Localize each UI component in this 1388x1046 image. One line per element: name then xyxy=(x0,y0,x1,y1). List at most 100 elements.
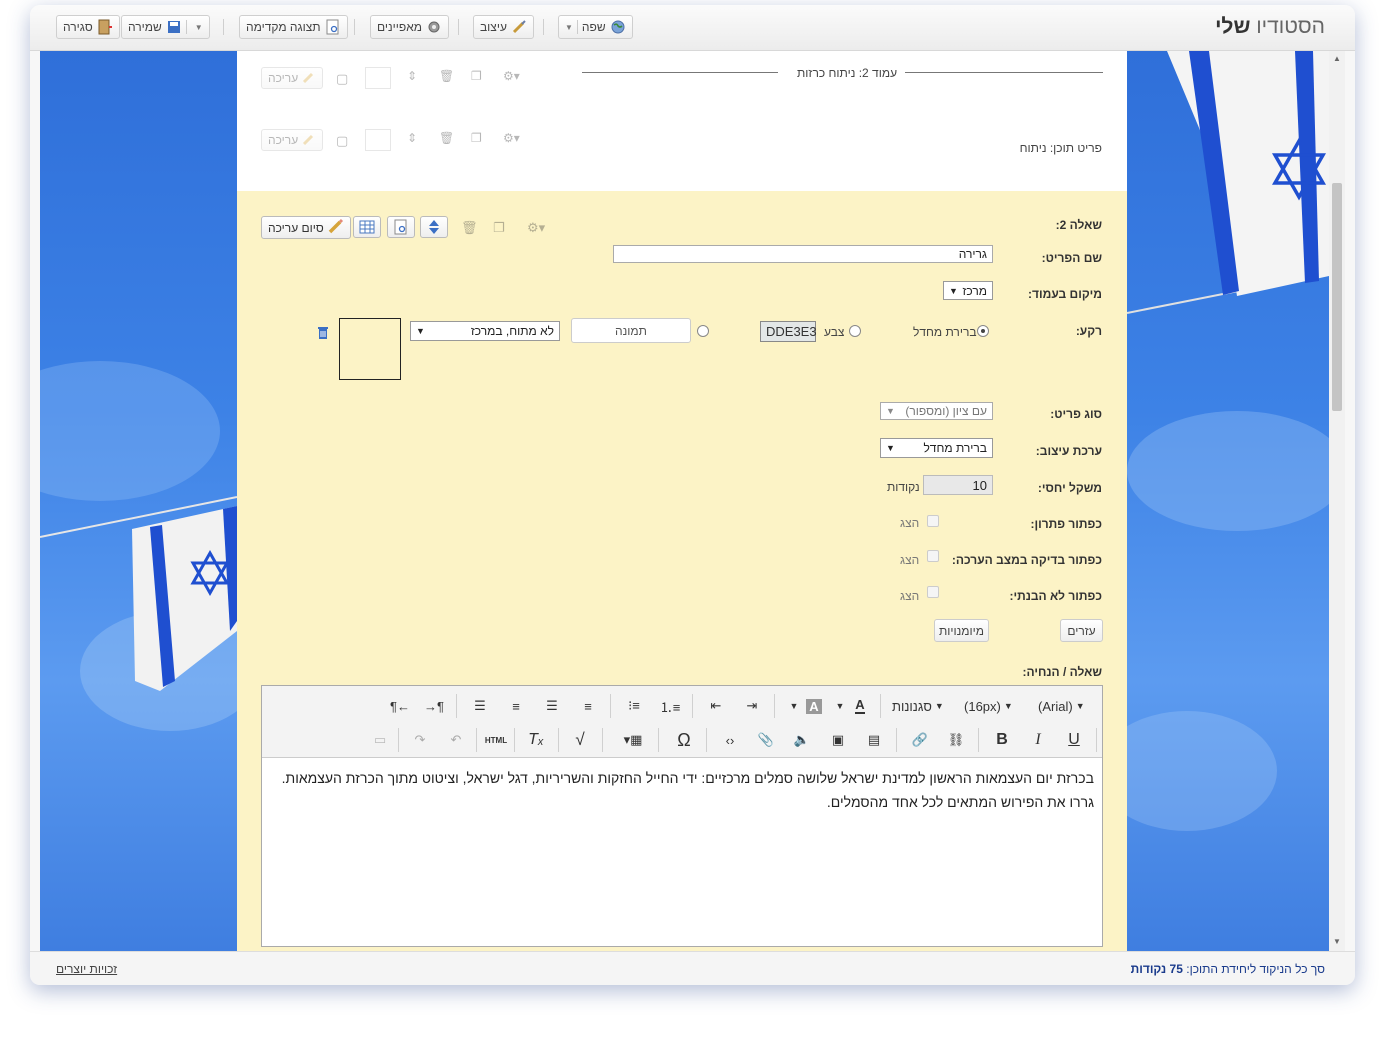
trash-icon[interactable]: 🗑 xyxy=(461,220,478,236)
audio-icon[interactable]: 🔈 xyxy=(790,728,814,752)
numbered-list-icon[interactable]: ⒈≡ xyxy=(658,694,682,718)
divider xyxy=(978,728,979,752)
edit-page-button[interactable]: עריכה xyxy=(261,67,324,89)
columns-icon[interactable]: ▢ xyxy=(336,133,348,149)
video-icon[interactable]: ▤ xyxy=(862,728,886,752)
paragraph-rtl-icon[interactable]: →¶ xyxy=(422,694,446,718)
settings-dropdown-icon[interactable]: ⚙▾ xyxy=(527,220,545,236)
align-right-icon[interactable]: ≡ xyxy=(576,694,600,718)
save-disk-icon xyxy=(166,19,182,35)
html-source-icon[interactable]: HTML xyxy=(484,728,508,752)
font-size-dropdown[interactable]: ▼ (16px) xyxy=(964,694,1013,718)
save-label: שמירה xyxy=(128,20,162,34)
design-set-select[interactable]: ברירת מחדל ▼ xyxy=(880,438,993,458)
move-up-down-icon[interactable] xyxy=(420,216,448,238)
gear-icon xyxy=(426,19,442,35)
background-label: רקע: xyxy=(1075,324,1102,338)
preview-small-icon[interactable] xyxy=(365,67,391,89)
scrollbar[interactable]: ▲ ▼ xyxy=(1329,51,1345,951)
italic-icon[interactable]: I xyxy=(1026,728,1050,752)
image-icon[interactable]: ▣ xyxy=(826,728,850,752)
attachment-icon[interactable]: 📎 xyxy=(754,728,778,752)
bold-icon[interactable]: B xyxy=(990,728,1014,752)
item-type-select[interactable]: עם ציון (ומספור) ▼ xyxy=(880,402,993,420)
item-name-value: גרירה xyxy=(958,247,987,261)
bg-stretch-select[interactable]: לא מתוח, במרכז ▼ xyxy=(410,321,560,341)
clear-format-icon[interactable]: Tₓ xyxy=(524,728,548,752)
text-color-icon[interactable]: A xyxy=(848,694,872,718)
question-edit-panel: סיום עריכה 🗑 ❐ ⚙▾ שאלה 2: שם הפריט: גריר… xyxy=(237,191,1127,951)
trash-icon[interactable]: 🗑 xyxy=(439,131,454,145)
edit-item-button[interactable]: עריכה xyxy=(261,129,324,151)
copy-icon[interactable]: ❐ xyxy=(493,220,505,236)
align-left-icon[interactable]: ≡ xyxy=(504,694,528,718)
undo-icon[interactable]: ↶ xyxy=(444,728,468,752)
rich-text-editor[interactable]: ¶← →¶ ☰ ≡ ☰ ≡ ⁝≡ ⒈≡ ⇤ ⇥ ▼ A ▼ A ▼ סגנונו… xyxy=(261,685,1103,947)
math-formula-icon[interactable]: √ xyxy=(568,728,592,752)
settings-dropdown-icon[interactable]: ⚙▾ xyxy=(503,131,520,145)
background-right xyxy=(1127,51,1329,951)
preview-small-icon[interactable] xyxy=(365,129,391,151)
move-icon[interactable]: ⇕ xyxy=(407,131,417,145)
design-button[interactable]: עיצוב xyxy=(473,15,534,39)
save-button[interactable]: ▼ שמירה xyxy=(121,15,210,39)
chevron-down-icon: ▼ xyxy=(565,22,573,32)
item-name-input[interactable]: גרירה xyxy=(613,245,993,263)
bg-image-button[interactable]: תמונה xyxy=(571,318,691,343)
special-char-omega-icon[interactable]: Ω xyxy=(672,728,696,752)
align-justify-icon[interactable]: ☰ xyxy=(468,694,492,718)
scroll-down-arrow-icon[interactable]: ▼ xyxy=(1333,937,1341,946)
divider xyxy=(223,19,224,35)
not-understood-show-checkbox[interactable] xyxy=(927,586,939,598)
question-instruction-label: שאלה / הנחיה: xyxy=(1022,665,1102,679)
bg-default-radio[interactable] xyxy=(977,325,989,337)
underline-icon[interactable]: U xyxy=(1062,728,1086,752)
bg-image-preview[interactable] xyxy=(339,318,401,380)
bg-image-radio[interactable] xyxy=(697,325,709,337)
link-icon[interactable]: 🔗 xyxy=(908,728,932,752)
finish-edit-button[interactable]: סיום עריכה xyxy=(261,216,351,239)
position-select[interactable]: מרכז ▼ xyxy=(943,281,993,300)
move-icon[interactable]: ⇕ xyxy=(407,69,417,83)
helpers-button[interactable]: עזרים xyxy=(1060,619,1103,642)
code-icon[interactable]: ‹› xyxy=(718,728,742,752)
properties-button[interactable]: מאפיינים xyxy=(370,15,450,39)
trash-icon[interactable] xyxy=(317,326,329,343)
divider xyxy=(1096,728,1097,752)
divider xyxy=(456,694,457,718)
chevron-down-icon: ▼ xyxy=(1003,701,1013,711)
bg-color-input[interactable]: DDE3E3 xyxy=(760,321,817,342)
language-button[interactable]: שפה ▼ xyxy=(558,15,633,39)
copyright-link[interactable]: זכויות יוצרים xyxy=(56,962,117,976)
preview-button[interactable]: תצוגה מקדימה xyxy=(239,15,348,39)
redo-icon[interactable]: ↷ xyxy=(408,728,432,752)
highlight-color-icon[interactable]: A xyxy=(802,694,826,718)
solution-show-checkbox[interactable] xyxy=(927,515,939,527)
settings-dropdown-icon[interactable]: ⚙▾ xyxy=(503,69,520,83)
columns-icon[interactable]: ▢ xyxy=(336,71,348,87)
bg-color-radio[interactable] xyxy=(849,325,861,337)
fullscreen-icon[interactable]: ▭ xyxy=(368,728,392,752)
close-button[interactable]: סגירה xyxy=(56,15,120,39)
indent-icon[interactable]: ⇥ xyxy=(740,694,764,718)
skills-button[interactable]: מיומנויות xyxy=(934,619,989,642)
copy-icon[interactable]: ❐ xyxy=(471,131,482,145)
unlink-icon[interactable]: ⛓ xyxy=(944,728,968,752)
font-family-dropdown[interactable]: ▼ (Arial) xyxy=(1038,694,1085,718)
scroll-thumb[interactable] xyxy=(1332,183,1342,411)
preview-small-icon[interactable] xyxy=(387,216,415,238)
outdent-icon[interactable]: ⇤ xyxy=(704,694,728,718)
divider xyxy=(576,20,578,34)
table-icon[interactable] xyxy=(353,216,381,238)
trash-icon[interactable]: 🗑 xyxy=(439,69,454,83)
bulleted-list-icon[interactable]: ⁝≡ xyxy=(622,694,646,718)
weight-input[interactable]: 10 xyxy=(923,475,993,495)
insert-table-icon[interactable]: ▾▦ xyxy=(616,728,650,752)
check-show-checkbox[interactable] xyxy=(927,550,939,562)
editor-content[interactable]: בכרזת יום העצמאות הראשון למדינת ישראל של… xyxy=(274,766,1094,814)
copy-icon[interactable]: ❐ xyxy=(471,69,482,83)
paragraph-ltr-icon[interactable]: ¶← xyxy=(388,694,412,718)
scroll-up-arrow-icon[interactable]: ▲ xyxy=(1333,54,1341,63)
styles-dropdown[interactable]: ▼ סגנונות xyxy=(892,694,944,718)
align-center-icon[interactable]: ☰ xyxy=(540,694,564,718)
